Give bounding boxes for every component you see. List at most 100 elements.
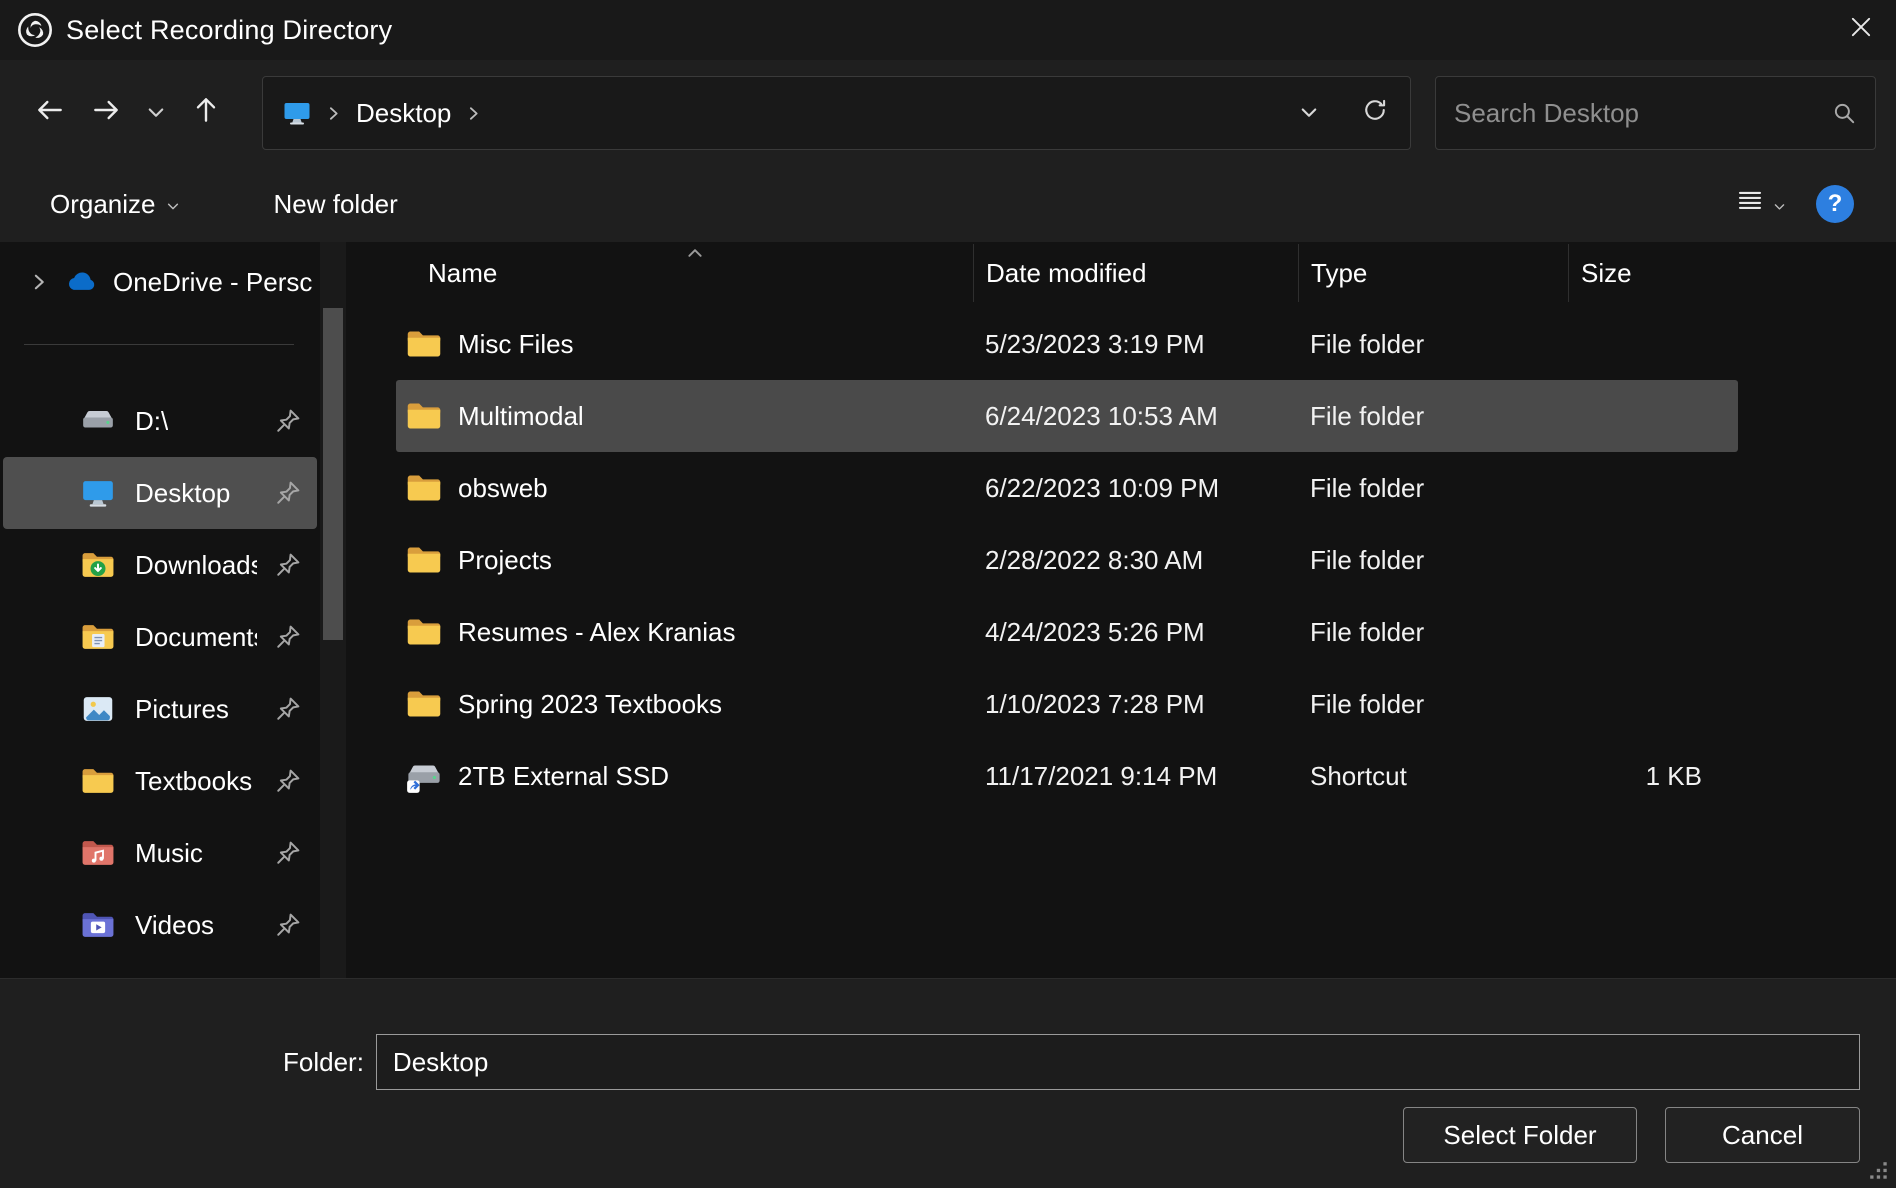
- sidebar-item-pictures[interactable]: Pictures: [3, 673, 317, 745]
- sidebar-item-textbooks[interactable]: Textbooks: [3, 745, 317, 817]
- file-date-modified: 2/28/2022 8:30 AM: [973, 545, 1298, 576]
- up-button[interactable]: [178, 85, 234, 141]
- help-button[interactable]: ?: [1816, 185, 1854, 223]
- file-type: File folder: [1298, 473, 1568, 504]
- file-name: Resumes - Alex Kranias: [458, 617, 735, 648]
- folder-icon: [404, 684, 444, 724]
- pin-icon[interactable]: [275, 912, 301, 938]
- navigation-bar: Desktop: [0, 60, 1896, 166]
- new-folder-button[interactable]: New folder: [266, 176, 406, 232]
- organize-button[interactable]: Organize: [42, 176, 188, 232]
- column-headers: Name Date modified Type Size: [346, 244, 1896, 302]
- file-date-modified: 5/23/2023 3:19 PM: [973, 329, 1298, 360]
- file-row[interactable]: obsweb 6/22/2023 10:09 PM File folder: [396, 452, 1738, 524]
- folder-icon: [404, 468, 444, 508]
- change-view-button[interactable]: [1735, 176, 1786, 232]
- file-row[interactable]: 2TB External SSD 11/17/2021 9:14 PM Shor…: [396, 740, 1738, 812]
- column-header-date-modified[interactable]: Date modified: [973, 244, 1298, 302]
- pin-icon[interactable]: [275, 768, 301, 794]
- resize-grip[interactable]: [1868, 1160, 1890, 1182]
- select-recording-directory-dialog: Select Recording Directory Desktop Organ…: [0, 0, 1896, 1188]
- file-name: Multimodal: [458, 401, 584, 432]
- pin-icon[interactable]: [275, 480, 301, 506]
- refresh-button[interactable]: [1348, 84, 1402, 142]
- refresh-icon: [1361, 96, 1389, 131]
- videos-folder-icon: [79, 906, 117, 944]
- expand-chevron-icon[interactable]: [29, 272, 49, 292]
- pin-icon[interactable]: [275, 840, 301, 866]
- desktop-icon: [79, 474, 117, 512]
- file-date-modified: 1/10/2023 7:28 PM: [973, 689, 1298, 720]
- column-label: Size: [1581, 258, 1632, 289]
- address-bar[interactable]: Desktop: [262, 76, 1411, 150]
- arrow-left-icon: [34, 94, 66, 133]
- folder-name-input[interactable]: [376, 1034, 1860, 1090]
- sidebar-item-onedrive[interactable]: OneDrive - Persc: [3, 250, 317, 314]
- arrow-up-icon: [190, 94, 222, 133]
- file-type: File folder: [1298, 689, 1568, 720]
- file-date-modified: 6/22/2023 10:09 PM: [973, 473, 1298, 504]
- file-size: 1 KB: [1568, 761, 1738, 792]
- sidebar-item-desktop[interactable]: Desktop: [3, 457, 317, 529]
- sidebar-item-label: Videos: [135, 910, 214, 941]
- file-name: Misc Files: [458, 329, 574, 360]
- column-header-type[interactable]: Type: [1298, 244, 1568, 302]
- organize-label: Organize: [50, 189, 156, 220]
- drive-shortcut-icon: [404, 756, 444, 796]
- sidebar-item-music[interactable]: Music: [3, 817, 317, 889]
- sidebar-item-d-drive[interactable]: D:\: [3, 385, 317, 457]
- select-folder-button[interactable]: Select Folder: [1403, 1107, 1637, 1163]
- list-view-icon: [1735, 186, 1765, 223]
- file-type: File folder: [1298, 617, 1568, 648]
- file-row[interactable]: Misc Files 5/23/2023 3:19 PM File folder: [396, 308, 1738, 380]
- pin-icon[interactable]: [275, 696, 301, 722]
- column-label: Type: [1311, 258, 1367, 289]
- folder-icon: [404, 324, 444, 364]
- chevron-right-icon: [465, 105, 482, 122]
- downloads-folder-icon: [79, 546, 117, 584]
- file-name: Projects: [458, 545, 552, 576]
- file-type: Shortcut: [1298, 761, 1568, 792]
- title-bar: Select Recording Directory: [0, 0, 1896, 60]
- cancel-button[interactable]: Cancel: [1665, 1107, 1860, 1163]
- search-input[interactable]: [1454, 98, 1821, 129]
- sidebar-item-label: Pictures: [135, 694, 229, 725]
- documents-folder-icon: [79, 618, 117, 656]
- back-button[interactable]: [22, 85, 78, 141]
- breadcrumb-desktop[interactable]: Desktop: [354, 98, 453, 129]
- folder-field-row: Folder:: [283, 1034, 1860, 1090]
- arrow-right-icon: [90, 94, 122, 133]
- column-header-name[interactable]: Name: [346, 244, 973, 302]
- dialog-footer: Folder: Select Folder Cancel: [0, 978, 1896, 1188]
- sidebar-item-documents[interactable]: Documents: [3, 601, 317, 673]
- column-header-size[interactable]: Size: [1568, 244, 1744, 302]
- pin-icon[interactable]: [275, 624, 301, 650]
- sidebar-item-label: OneDrive - Persc: [113, 267, 312, 298]
- file-row[interactable]: Projects 2/28/2022 8:30 AM File folder: [396, 524, 1738, 596]
- file-row[interactable]: Resumes - Alex Kranias 4/24/2023 5:26 PM…: [396, 596, 1738, 668]
- forward-button[interactable]: [78, 85, 134, 141]
- recent-locations-button[interactable]: [134, 85, 178, 141]
- file-row[interactable]: Spring 2023 Textbooks 1/10/2023 7:28 PM …: [396, 668, 1738, 740]
- file-row[interactable]: Multimodal 6/24/2023 10:53 AM File folde…: [396, 380, 1738, 452]
- sidebar-item-downloads[interactable]: Downloads: [3, 529, 317, 601]
- chevron-down-icon: [1773, 200, 1786, 213]
- scrollbar-thumb[interactable]: [323, 308, 343, 640]
- chevron-down-icon: [1299, 98, 1319, 129]
- onedrive-icon: [63, 264, 99, 300]
- address-dropdown-button[interactable]: [1282, 84, 1336, 142]
- file-rows: Misc Files 5/23/2023 3:19 PM File folder…: [346, 308, 1896, 812]
- pin-icon[interactable]: [275, 552, 301, 578]
- file-type: File folder: [1298, 401, 1568, 432]
- file-date-modified: 4/24/2023 5:26 PM: [973, 617, 1298, 648]
- sidebar-item-videos[interactable]: Videos: [3, 889, 317, 961]
- help-icon: ?: [1816, 185, 1854, 223]
- navigation-pane: OneDrive - Persc D:\ Desktop Downloads D…: [0, 242, 320, 978]
- sidebar-item-label: Desktop: [135, 478, 230, 509]
- pin-icon[interactable]: [275, 408, 301, 434]
- desktop-location-icon: [281, 97, 313, 129]
- window-title: Select Recording Directory: [66, 15, 392, 46]
- sort-ascending-icon: [686, 244, 704, 262]
- close-button[interactable]: [1826, 0, 1896, 60]
- sidebar-scrollbar[interactable]: [320, 242, 346, 978]
